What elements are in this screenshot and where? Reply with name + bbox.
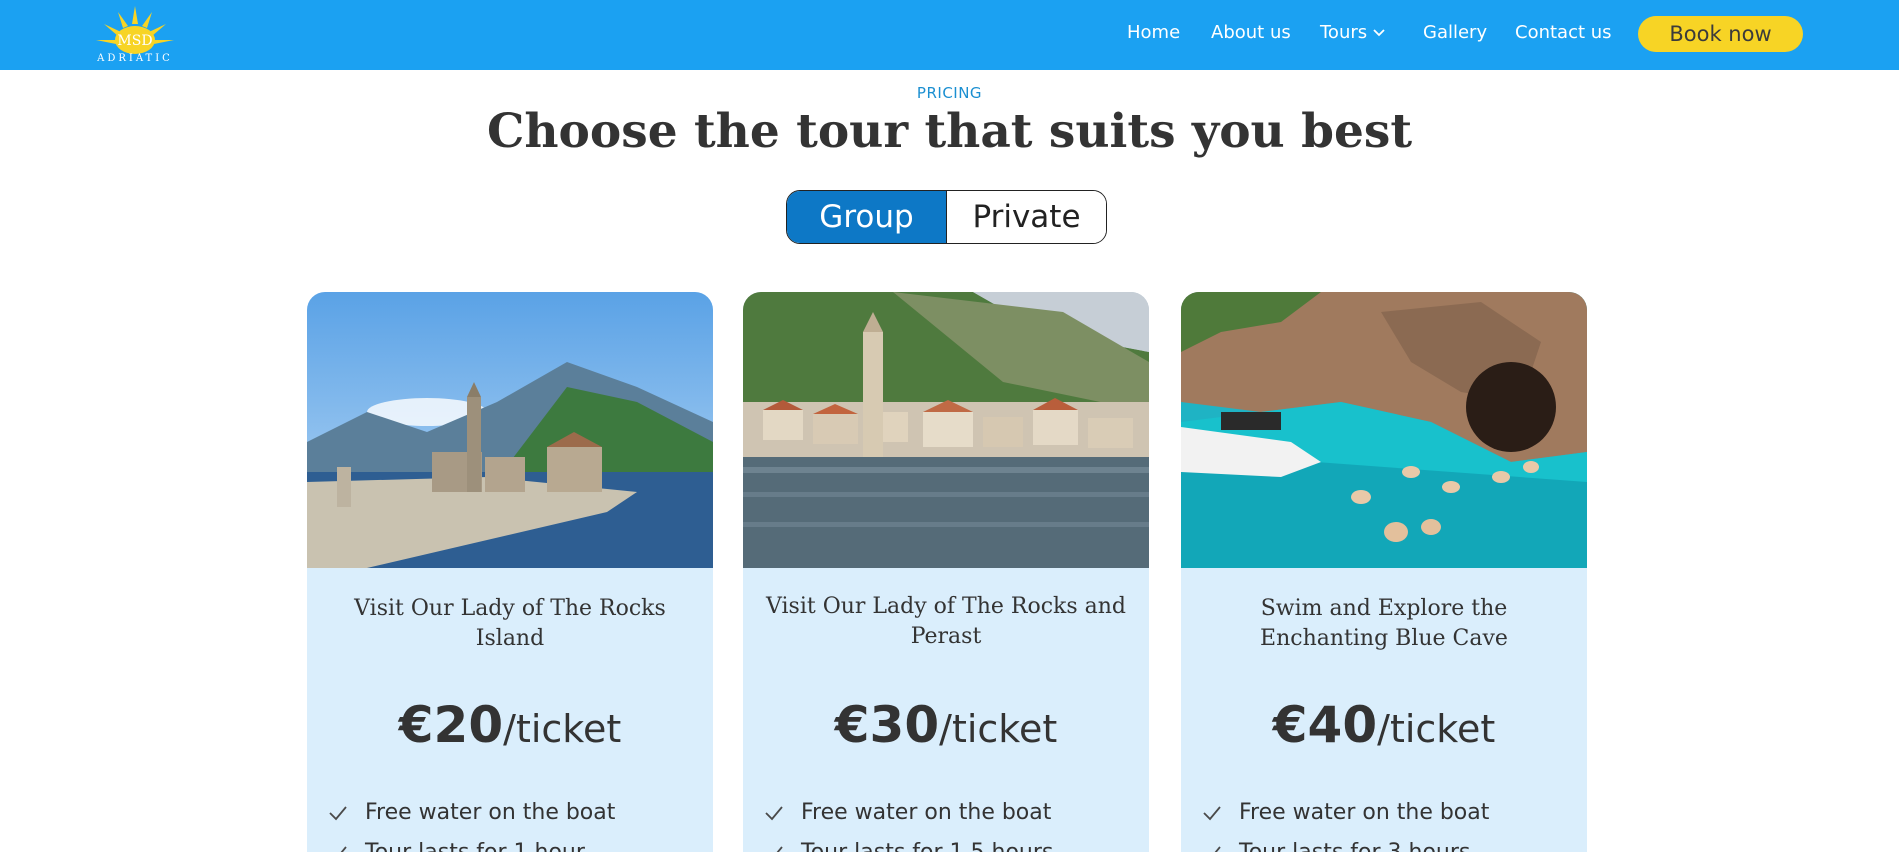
price-amount: €30: [834, 696, 940, 754]
card-title: Swim and Explore the Enchanting Blue Cav…: [1260, 596, 1508, 651]
tour-photo-perast: [743, 292, 1149, 568]
price-unit: /ticket: [939, 707, 1058, 751]
msd-adriatic-logo[interactable]: MSD ADRIATIC: [88, 4, 182, 64]
nav-tours[interactable]: Tours: [1320, 22, 1385, 43]
feature-item: Tour lasts for 1.5 hours: [763, 840, 1053, 852]
feature-label: Tour lasts for 1.5 hours: [801, 840, 1053, 852]
feature-item: Free water on the boat: [763, 800, 1051, 825]
card-price: €30/ticket: [743, 696, 1149, 754]
pricing-card: Visit Our Lady of The Rocks Island €20/t…: [307, 292, 713, 852]
chevron-down-icon: [1373, 29, 1385, 37]
check-icon: [765, 805, 783, 820]
feature-label: Tour lasts for 3 hours: [1239, 840, 1470, 852]
tour-type-toggle: Group Private: [786, 190, 1107, 244]
section-title: Choose the tour that suits you best: [486, 104, 1413, 159]
tour-photo-blue-cave: [1181, 292, 1587, 568]
price-amount: €40: [1272, 696, 1378, 754]
nav-contact-us[interactable]: Contact us: [1515, 22, 1612, 43]
nav-home[interactable]: Home: [1127, 22, 1180, 43]
book-now-button[interactable]: Book now: [1638, 16, 1803, 52]
feature-item: Free water on the boat: [1201, 800, 1489, 825]
site-header: MSD ADRIATIC Home About us Tours Gallery…: [0, 0, 1899, 70]
check-icon: [329, 805, 347, 820]
feature-label: Free water on the boat: [801, 800, 1052, 825]
toggle-private[interactable]: Private: [947, 191, 1106, 243]
feature-label: Tour lasts for 1 hour: [365, 840, 585, 852]
toggle-group[interactable]: Group: [787, 191, 947, 243]
logo-text-bottom: ADRIATIC: [96, 53, 173, 64]
check-icon: [330, 845, 347, 852]
section-eyebrow: PRICING: [916, 84, 983, 102]
check-icon: [766, 845, 783, 852]
feature-item: Free water on the boat: [327, 800, 615, 825]
check-icon: [1204, 845, 1221, 852]
card-title: Visit Our Lady of The Rocks Island: [354, 596, 666, 651]
price-amount: €20: [398, 696, 504, 754]
check-icon: [1203, 805, 1221, 820]
pricing-card: Swim and Explore the Enchanting Blue Cav…: [1181, 292, 1587, 852]
price-unit: /ticket: [1377, 707, 1496, 751]
nav-gallery[interactable]: Gallery: [1423, 22, 1487, 43]
price-unit: /ticket: [503, 707, 622, 751]
card-price: €40/ticket: [1181, 696, 1587, 754]
nav-about-us[interactable]: About us: [1211, 22, 1291, 43]
card-price: €20/ticket: [307, 696, 713, 754]
logo-text-top: MSD: [117, 33, 152, 49]
feature-item: Tour lasts for 3 hours: [1201, 840, 1470, 852]
feature-label: Free water on the boat: [365, 800, 616, 825]
card-title: Visit Our Lady of The Rocks and Perast: [766, 594, 1126, 649]
tour-photo-island: [307, 292, 713, 568]
nav-tours-label: Tours: [1320, 22, 1368, 43]
feature-item: Tour lasts for 1 hour: [327, 840, 585, 852]
pricing-card: Visit Our Lady of The Rocks and Perast €…: [743, 292, 1149, 852]
feature-label: Free water on the boat: [1239, 800, 1490, 825]
sun-logo-icon: MSD ADRIATIC: [96, 6, 174, 64]
